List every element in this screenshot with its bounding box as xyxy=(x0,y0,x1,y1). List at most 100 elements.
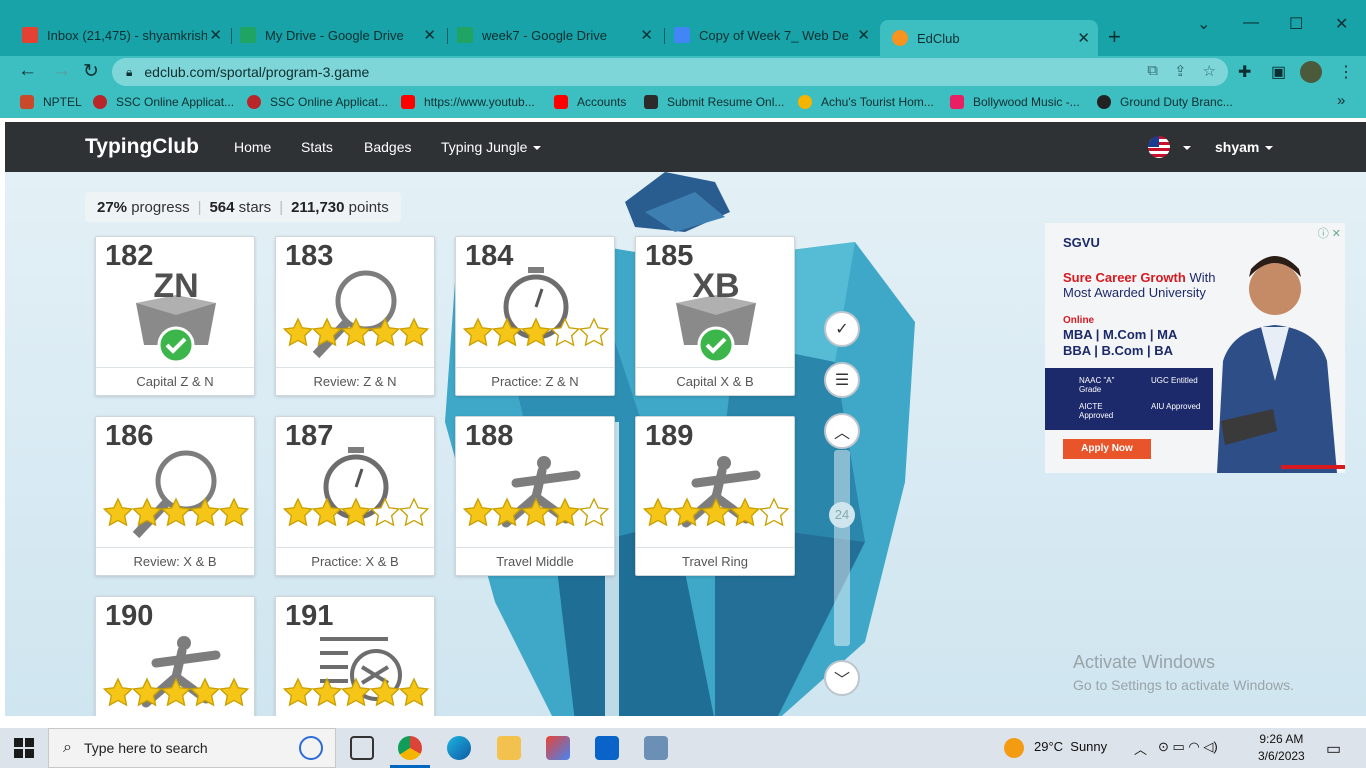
lesson-card[interactable]: 188 Travel Middle xyxy=(455,416,615,576)
lesson-card[interactable]: XB 185 Capital X & B xyxy=(635,236,795,396)
google-drive-icon xyxy=(457,27,473,43)
file-explorer-icon[interactable] xyxy=(497,736,521,760)
typingclub-logo[interactable]: TypingClub xyxy=(85,135,199,159)
lesson-card[interactable]: 184 Practice: Z & N xyxy=(455,236,615,396)
bing-icon[interactable] xyxy=(299,736,323,760)
bookmark-item[interactable]: Accounts xyxy=(554,95,626,109)
ssc-icon xyxy=(93,95,107,109)
star-rating xyxy=(642,497,790,529)
nav-typing-jungle[interactable]: Typing Jungle xyxy=(441,139,542,155)
address-toolbar: ← → ↻ 🔒︎ edclub.com/sportal/program-3.ga… xyxy=(0,56,1366,88)
side-panel-icon[interactable]: ▣ xyxy=(1271,62,1286,82)
show-hidden-icons[interactable]: ︿ xyxy=(1134,739,1147,758)
tab-title: Inbox (21,475) - shyamkrishn xyxy=(47,27,207,43)
bookmark-item[interactable]: NPTEL xyxy=(20,95,82,109)
weather-widget[interactable]: 29°C Sunny xyxy=(1034,739,1107,754)
system-clock[interactable]: 9:26 AM 3/6/2023 xyxy=(1258,731,1305,765)
activate-windows-watermark: Activate Windows Go to Settings to activ… xyxy=(1073,652,1294,693)
menu-kebab-icon[interactable]: ⋮ xyxy=(1338,62,1354,82)
bookmark-item[interactable]: Ground Duty Branc... xyxy=(1097,95,1233,109)
lesson-number: 189 xyxy=(645,420,694,452)
star-filled-icon xyxy=(398,677,430,707)
new-tab-button[interactable]: + xyxy=(1108,24,1121,50)
google-photos-icon xyxy=(798,95,812,109)
youtube-icon xyxy=(401,95,415,109)
lesson-title: Review: X & B xyxy=(96,547,254,575)
tab-my-drive[interactable]: My Drive - Google Drive ✕ xyxy=(240,20,444,50)
lesson-card[interactable]: 186 Review: X & B xyxy=(95,416,255,576)
weather-sun-icon[interactable] xyxy=(1004,738,1024,758)
extensions-icon[interactable]: ✚ xyxy=(1238,62,1251,82)
chevron-down-icon[interactable] xyxy=(1183,146,1191,150)
microsoft-store-icon[interactable] xyxy=(546,736,570,760)
close-tab-icon[interactable]: ✕ xyxy=(1077,29,1090,47)
notification-icon[interactable]: ▭ xyxy=(1326,739,1341,759)
sgvu-logo: SGVU xyxy=(1063,235,1100,250)
remote-desktop-icon[interactable] xyxy=(644,736,668,760)
task-view-icon[interactable] xyxy=(350,736,374,760)
scroll-down-icon[interactable]: ﹀ xyxy=(824,660,860,696)
close-window-button[interactable]: ✕ xyxy=(1335,14,1348,34)
star-filled-icon xyxy=(311,317,343,347)
site-navbar: TypingClub Home Stats Badges Typing Jung… xyxy=(5,122,1366,172)
mail-icon[interactable] xyxy=(595,736,619,760)
share-icon[interactable]: ⇪ xyxy=(1174,62,1187,80)
scroll-up-icon[interactable]: ︿ xyxy=(824,413,860,449)
close-tab-icon[interactable]: ✕ xyxy=(857,26,870,44)
tray-app-icons[interactable]: ⊙ ▭ ◠ ◁) xyxy=(1158,739,1218,755)
lesson-number: 182 xyxy=(105,240,154,272)
nav-stats[interactable]: Stats xyxy=(301,139,333,155)
url-bar[interactable]: 🔒︎ edclub.com/sportal/program-3.game ⧉ ⇪… xyxy=(112,58,1228,86)
lesson-card[interactable]: 190 xyxy=(95,596,255,716)
tab-gmail[interactable]: Inbox (21,475) - shyamkrishn ✕ xyxy=(22,20,230,50)
taskbar-search-input[interactable]: ⌕ Type here to search xyxy=(48,728,336,768)
apply-now-button[interactable]: Apply Now xyxy=(1063,439,1151,459)
bookmark-item[interactable]: SSC Online Applicat... xyxy=(93,95,234,109)
user-menu[interactable]: shyam xyxy=(1215,139,1274,155)
lesson-scrollbar[interactable] xyxy=(834,450,850,646)
lesson-title: Practice: X & B xyxy=(276,547,434,575)
star-filled-icon xyxy=(700,497,732,527)
tab-search-icon[interactable]: ⌄ xyxy=(1197,14,1210,34)
close-tab-icon[interactable]: ✕ xyxy=(423,26,436,44)
reload-icon[interactable]: ↻ xyxy=(83,60,99,83)
tab-docs[interactable]: Copy of Week 7_ Web Develo ✕ xyxy=(674,20,878,50)
tab-edclub[interactable]: EdClub ✕ xyxy=(880,20,1098,56)
nav-home[interactable]: Home xyxy=(234,139,271,155)
advertisement[interactable]: ⓘ ✕ SGVU Sure Career Growth With Most Aw… xyxy=(1045,223,1345,473)
translate-icon[interactable]: ⧉ xyxy=(1147,62,1158,80)
close-tab-icon[interactable]: ✕ xyxy=(640,26,653,44)
chrome-icon[interactable] xyxy=(398,736,422,760)
lesson-card[interactable]: 191 xyxy=(275,596,435,716)
bookmark-item[interactable]: Achu's Tourist Hom... xyxy=(798,95,934,109)
more-bookmarks-button[interactable]: » xyxy=(1337,92,1345,109)
lesson-card[interactable]: 183 Review: Z & N xyxy=(275,236,435,396)
ad-close-icon[interactable]: ⓘ ✕ xyxy=(1318,225,1341,241)
lesson-number: 183 xyxy=(285,240,334,272)
windows-start-icon[interactable] xyxy=(14,738,34,758)
minimize-button[interactable]: — xyxy=(1243,14,1259,32)
ssc-icon xyxy=(247,95,261,109)
star-filled-icon xyxy=(311,497,343,527)
lesson-card[interactable]: 187 Practice: X & B xyxy=(275,416,435,576)
lesson-card[interactable]: 189 Travel Ring xyxy=(635,416,795,576)
tab-week7[interactable]: week7 - Google Drive ✕ xyxy=(457,20,661,50)
us-flag-icon[interactable] xyxy=(1148,136,1170,158)
star-filled-icon xyxy=(491,317,523,347)
nav-badges[interactable]: Badges xyxy=(364,139,411,155)
star-filled-icon xyxy=(369,317,401,347)
forward-icon[interactable]: → xyxy=(52,60,71,82)
profile-avatar[interactable] xyxy=(1300,61,1322,83)
back-icon[interactable]: ← xyxy=(18,60,37,82)
bookmark-item[interactable]: Submit Resume Onl... xyxy=(644,95,784,109)
bookmark-item[interactable]: Bollywood Music -... xyxy=(950,95,1080,109)
edge-icon[interactable] xyxy=(447,736,471,760)
menu-icon[interactable]: ☰ xyxy=(824,362,860,398)
bookmark-item[interactable]: https://www.youtub... xyxy=(401,95,535,109)
check-progress-icon[interactable]: ✓ xyxy=(824,311,860,347)
maximize-button[interactable]: ☐ xyxy=(1289,14,1303,34)
close-tab-icon[interactable]: ✕ xyxy=(209,26,222,44)
bookmark-item[interactable]: SSC Online Applicat... xyxy=(247,95,388,109)
lesson-card[interactable]: ZN 182 Capital Z & N xyxy=(95,236,255,396)
bookmark-star-icon[interactable]: ☆ xyxy=(1203,62,1216,80)
